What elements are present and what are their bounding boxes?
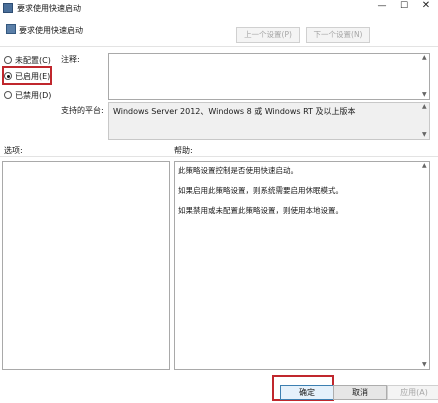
previous-setting-button[interactable]: 上一个设置(P): [236, 27, 300, 43]
policy-setting-icon: [6, 24, 16, 34]
comment-textarea[interactable]: ▲ ▼: [108, 53, 430, 100]
platform-label: 支持的平台:: [61, 106, 104, 115]
annotation-highlight-box: [2, 66, 52, 85]
scroll-up-icon[interactable]: ▲: [422, 55, 427, 61]
radio-label: 已禁用(D): [15, 90, 52, 100]
help-text-line: 如果启用此策略设置，则系统需要启用休眠模式。: [178, 186, 343, 195]
cancel-button[interactable]: 取消: [333, 385, 387, 400]
close-button[interactable]: ✕: [416, 0, 436, 14]
scroll-down-icon[interactable]: ▼: [422, 92, 427, 98]
ok-button[interactable]: 确定: [280, 385, 334, 400]
scroll-down-icon[interactable]: ▼: [422, 132, 427, 138]
scroll-down-icon[interactable]: ▼: [422, 362, 427, 368]
divider: [0, 46, 438, 47]
help-panel: 此策略设置控制是否使用快速启动。 如果启用此策略设置，则系统需要启用休眠模式。 …: [174, 161, 430, 370]
next-setting-button[interactable]: 下一个设置(N): [306, 27, 370, 43]
comment-label: 注释:: [61, 55, 80, 64]
scroll-up-icon[interactable]: ▲: [422, 104, 427, 110]
policy-app-icon: [3, 3, 13, 13]
minimize-button[interactable]: —: [372, 0, 392, 14]
maximize-button[interactable]: ☐: [394, 0, 414, 14]
radio-button[interactable]: [4, 91, 12, 99]
platform-value: Windows Server 2012、Windows 8 或 Windows …: [113, 107, 356, 116]
comment-scrollbar[interactable]: ▲ ▼: [421, 54, 429, 99]
help-label: 帮助:: [174, 146, 193, 155]
platform-field: Windows Server 2012、Windows 8 或 Windows …: [108, 102, 430, 140]
platform-scrollbar[interactable]: ▲ ▼: [421, 103, 429, 139]
setting-title: 要求使用快速启动: [19, 26, 83, 35]
window-title: 要求使用快速启动: [17, 4, 81, 13]
apply-button[interactable]: 应用(A): [387, 385, 438, 400]
help-text-line: 此策略设置控制是否使用快速启动。: [178, 166, 298, 175]
radio-not-configured[interactable]: 未配置(C): [4, 54, 51, 66]
options-label: 选项:: [4, 146, 23, 155]
divider: [0, 156, 438, 157]
help-scrollbar[interactable]: ▲ ▼: [421, 162, 429, 369]
options-panel: [2, 161, 170, 370]
radio-button[interactable]: [4, 56, 12, 64]
radio-disabled[interactable]: 已禁用(D): [4, 89, 51, 101]
help-text-line: 如果禁用或未配置此策略设置，则使用本地设置。: [178, 206, 343, 215]
scroll-up-icon[interactable]: ▲: [422, 163, 427, 169]
radio-label: 未配置(C): [15, 55, 51, 65]
